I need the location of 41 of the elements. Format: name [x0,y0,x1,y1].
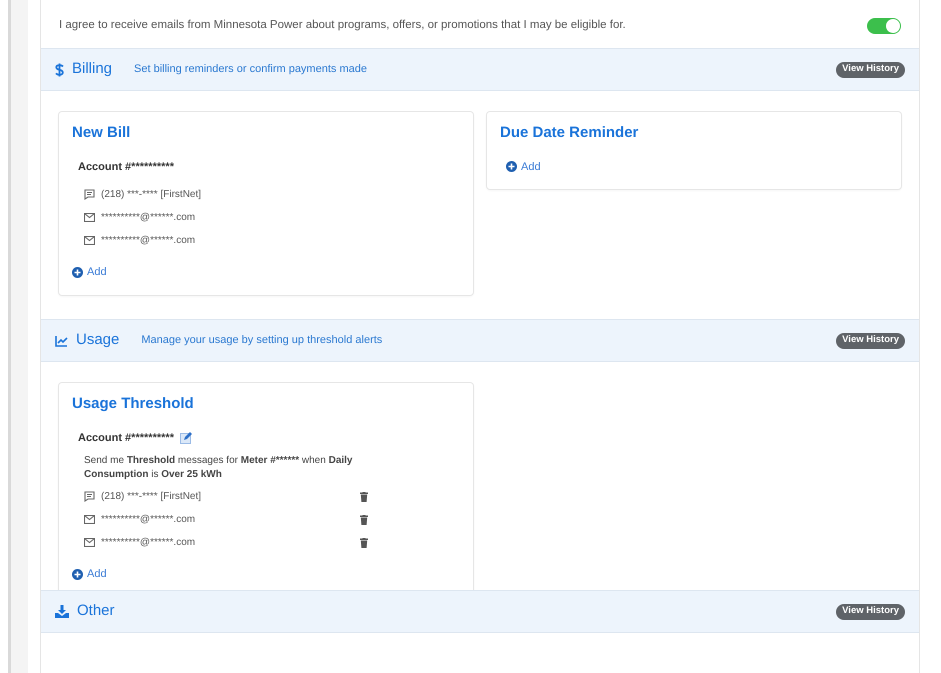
envelope-icon [84,213,95,222]
envelope-icon [84,538,95,547]
card-title: Usage Threshold [72,394,195,414]
consent-text: I agree to receive emails from Minnesota Power about programs, offers, or promotions that I may be eligible for. [59,18,627,34]
contact-text: **********@******.com [101,513,196,527]
section-title: Usage [76,330,120,350]
edit-icon[interactable] [180,432,192,444]
section-title: Other [77,601,115,622]
section-subtitle: Set billing reminders or confirm payments made [134,62,367,78]
envelope-icon [84,236,95,245]
line-chart-icon [55,334,68,346]
add-link[interactable]: Add [72,566,107,582]
view-history-button[interactable]: View History [836,604,905,620]
section-subtitle: Manage your usage by setting up threshold alerts [141,333,382,348]
add-link[interactable]: Add [72,264,107,280]
dollar-icon [55,62,64,76]
card-title: Due Date Reminder [500,123,640,143]
plus-circle-icon [506,161,517,172]
account-number: Account #********** [78,160,174,174]
chat-icon [84,189,95,200]
view-history-button[interactable]: View History [836,62,905,78]
consent-toggle[interactable] [867,18,901,34]
section-title: Billing [72,59,112,80]
card-title: New Bill [72,123,132,143]
contact-text: **********@******.com [101,536,196,550]
contact-text: **********@******.com [101,211,196,225]
plus-circle-icon [72,568,83,580]
alert-description: Send me Threshold messages for Meter #****** when Daily Consumption is Over 25 kWh [84,454,354,482]
trash-icon[interactable] [360,492,368,502]
envelope-icon [84,515,95,524]
add-link[interactable]: Add [506,158,541,175]
chat-icon [84,491,95,502]
contact-text: **********@******.com [101,234,196,248]
plus-circle-icon [72,266,83,278]
trash-icon[interactable] [360,538,368,548]
trash-icon[interactable] [360,514,368,524]
account-number: Account #********** [78,430,174,446]
download-icon [55,605,69,618]
view-history-button[interactable]: View History [836,332,905,348]
contact-text: (218) ***-**** [FirstNet] [101,188,202,202]
contact-text: (218) ***-**** [FirstNet] [101,490,202,504]
